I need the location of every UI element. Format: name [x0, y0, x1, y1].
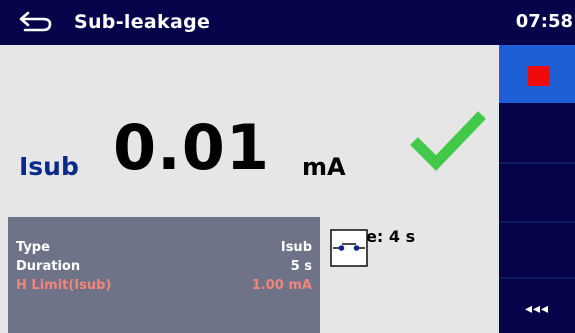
- instrument-screen: Sub-leakage 07:58 Isub 0.01 mA Time: 4 s…: [0, 0, 575, 333]
- param-value: Isub: [280, 240, 312, 255]
- param-name: Duration: [16, 259, 81, 274]
- stop-icon: [528, 66, 550, 86]
- param-name: H Limit(Isub): [16, 278, 112, 293]
- result-value: 0.01: [113, 111, 270, 184]
- stop-button[interactable]: [499, 45, 575, 103]
- result-unit: mA: [302, 153, 346, 181]
- sidebar-divider: [499, 162, 575, 164]
- more-options-button[interactable]: ◂◂◂: [499, 277, 575, 333]
- sidebar-divider: [499, 221, 575, 223]
- result-label: Isub: [19, 152, 79, 181]
- param-row-h-limit[interactable]: H Limit(Isub) 1.00 mA: [16, 277, 312, 294]
- param-value: 1.00 mA: [251, 278, 312, 293]
- sidebar: ◂◂◂: [499, 45, 575, 333]
- clock: 07:58: [515, 11, 573, 32]
- parameters-panel: Type Isub Duration 5 s H Limit(Isub) 1.0…: [8, 217, 320, 333]
- param-row-duration[interactable]: Duration 5 s: [16, 258, 312, 275]
- switch-icon: [330, 229, 368, 267]
- more-icon: ◂◂◂: [525, 301, 550, 317]
- check-icon: [410, 109, 486, 171]
- back-arrow-icon[interactable]: [19, 11, 53, 33]
- param-value: 5 s: [290, 259, 312, 274]
- param-row-type[interactable]: Type Isub: [16, 239, 312, 256]
- page-title: Sub-leakage: [74, 11, 211, 33]
- header-bar: Sub-leakage 07:58: [0, 0, 575, 45]
- param-name: Type: [16, 240, 50, 255]
